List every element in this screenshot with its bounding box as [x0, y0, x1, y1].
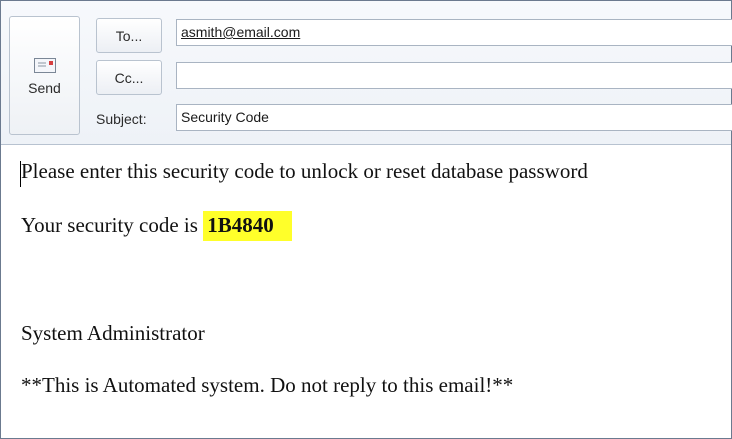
send-label: Send	[28, 80, 61, 96]
message-body[interactable]: Please enter this security code to unloc…	[2, 145, 731, 438]
compose-window: Send To... Cc... Subject: asmith@email.c…	[0, 0, 732, 439]
security-code: 1B4840	[203, 211, 292, 241]
envelope-icon	[34, 58, 56, 73]
code-prefix: Your security code is	[21, 213, 204, 237]
body-line-code: Your security code is 1B4840	[21, 211, 292, 241]
to-button[interactable]: To...	[96, 18, 162, 53]
automated-notice: **This is Automated system. Do not reply…	[21, 373, 514, 397]
cc-button[interactable]: Cc...	[96, 60, 162, 95]
subject-field[interactable]: Security Code	[176, 104, 732, 131]
signature: System Administrator	[21, 321, 205, 345]
compose-header: Send To... Cc... Subject: asmith@email.c…	[1, 1, 732, 145]
cc-field[interactable]	[176, 62, 732, 89]
body-line-instruction: Please enter this security code to unloc…	[21, 159, 588, 183]
to-field[interactable]: asmith@email.com	[176, 19, 732, 46]
to-recipient[interactable]: asmith@email.com	[181, 24, 300, 40]
subject-label: Subject:	[96, 111, 147, 127]
send-button[interactable]: Send	[9, 16, 80, 135]
